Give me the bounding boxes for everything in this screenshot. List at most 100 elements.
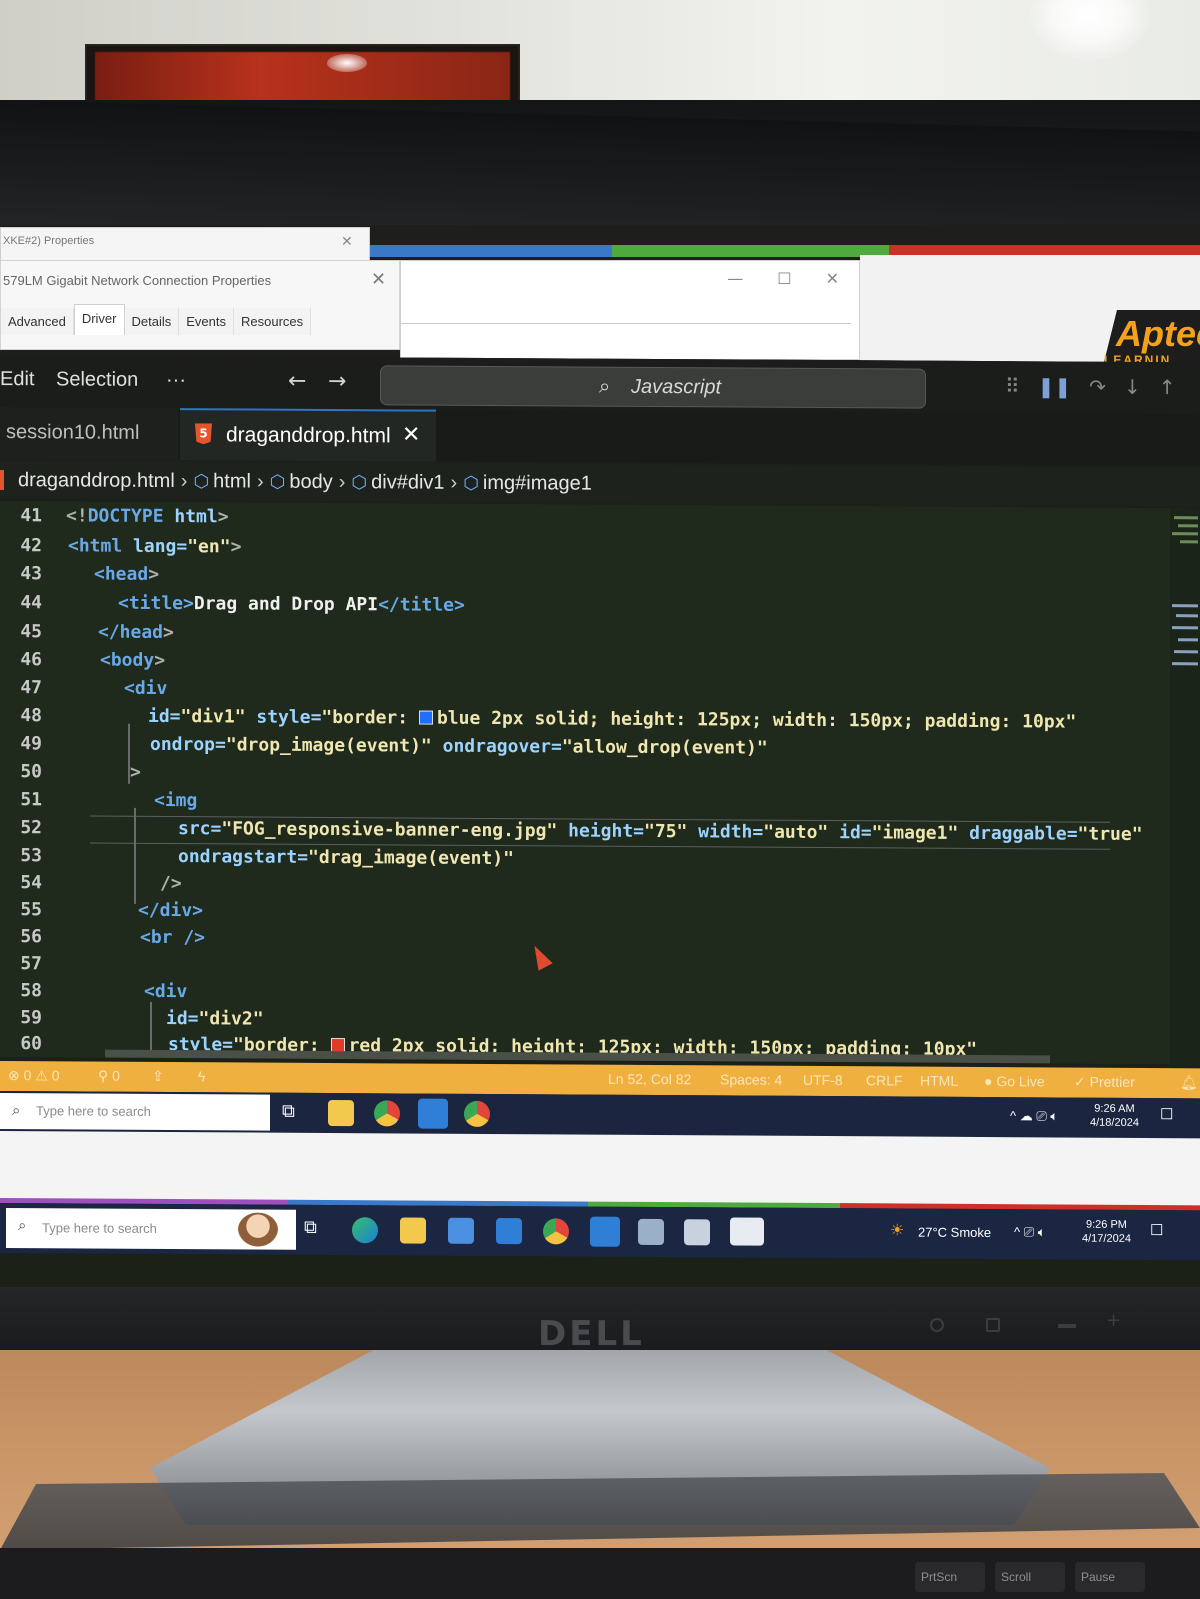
maximize-icon[interactable]: ☐	[777, 269, 791, 288]
line-ending[interactable]: CRLF	[866, 1072, 903, 1088]
minimap-line	[1178, 524, 1198, 528]
close-icon[interactable]: ✕	[402, 422, 420, 447]
monitor-plus-button[interactable]: +	[1106, 1310, 1121, 1331]
taskbar-search[interactable]: ⌕ Type here to search	[0, 1093, 270, 1131]
step-over-icon[interactable]: ↷	[1089, 375, 1106, 399]
minimap-line	[1178, 638, 1198, 642]
broadcast-icon: ⚲	[98, 1067, 113, 1084]
line-number: 46	[20, 649, 42, 671]
arrow-right-icon[interactable]: →	[328, 369, 346, 394]
close-icon[interactable]: ✕	[341, 234, 353, 250]
code-line: <img	[154, 789, 198, 812]
taskbar-search[interactable]: ⌕ Type here to search	[6, 1208, 296, 1250]
line-number: 44	[20, 592, 42, 614]
task-view-icon[interactable]: ⧉	[304, 1217, 330, 1243]
file-explorer-icon[interactable]	[328, 1100, 354, 1127]
line-number: 57	[20, 953, 42, 975]
tab-session10[interactable]: session10.html	[0, 407, 178, 461]
key-scroll[interactable]: Scroll	[995, 1562, 1065, 1592]
arrow-left-icon[interactable]: ←	[288, 369, 306, 394]
command-center-search[interactable]: ⌕ Javascript	[380, 365, 926, 409]
chrome-icon[interactable]	[543, 1218, 569, 1245]
menu-selection[interactable]: Selection	[56, 368, 138, 392]
weather-text[interactable]: 27°C Smoke	[918, 1225, 991, 1240]
radio-tower-icon: ●	[984, 1073, 997, 1090]
vscode-icon[interactable]	[418, 1098, 448, 1129]
weather-icon[interactable]: ☀︎	[890, 1222, 904, 1239]
code-line: id="div1" style="border: blue 2px solid;…	[148, 705, 1077, 733]
breadcrumb-file[interactable]: draganddrop.html	[18, 469, 175, 493]
tab-events[interactable]: Events	[179, 308, 234, 335]
go-live-button[interactable]: ● Go Live	[984, 1073, 1045, 1089]
breadcrumb-body[interactable]: body	[289, 470, 332, 493]
line-number: 51	[20, 789, 42, 811]
color-swatch-red[interactable]	[330, 1038, 345, 1053]
mail-icon[interactable]	[496, 1218, 522, 1245]
line-number: 55	[20, 899, 42, 921]
line-number: 47	[20, 677, 42, 699]
network-properties-dialog[interactable]: 579LM Gigabit Network Connection Propert…	[0, 260, 400, 350]
file-explorer-icon[interactable]	[400, 1217, 426, 1244]
tab-driver[interactable]: Driver	[73, 304, 125, 335]
color-swatch-blue[interactable]	[418, 710, 433, 725]
prettier-status[interactable]: ✓ Prettier	[1074, 1074, 1135, 1091]
minimap-line	[1172, 604, 1198, 608]
tray-icons[interactable]: ^ ⎚ 🔈︎	[1014, 1224, 1046, 1239]
breadcrumb-html[interactable]: html	[213, 470, 251, 493]
store-icon[interactable]	[448, 1217, 474, 1244]
indentation[interactable]: Spaces: 4	[720, 1071, 782, 1087]
pause-icon[interactable]: ❚❚	[1038, 374, 1072, 398]
tab-draganddrop[interactable]: 5 draganddrop.html ✕	[180, 408, 436, 462]
chevron-right-icon: ›	[338, 470, 346, 493]
close-icon[interactable]: ✕	[826, 269, 839, 288]
encoding[interactable]: UTF-8	[803, 1072, 843, 1088]
ports-indicator[interactable]: ⚲ 0	[98, 1068, 120, 1085]
tray-icons[interactable]: ^ ☁ ⎚ 🔈︎	[1010, 1108, 1058, 1123]
menu-edit[interactable]: Edit	[0, 368, 34, 391]
language-mode[interactable]: HTML	[920, 1073, 958, 1089]
monitor-button[interactable]	[986, 1318, 1000, 1332]
problems-indicator[interactable]: ⊗ 0 ⚠ 0	[8, 1067, 60, 1084]
chrome-icon[interactable]	[464, 1100, 490, 1127]
chrome-icon[interactable]	[374, 1100, 400, 1127]
blank-window[interactable]: — ☐ ✕	[400, 260, 860, 360]
minimize-icon[interactable]: —	[727, 269, 743, 288]
code-editor[interactable]: 41 42 43 44 45 46 47 48 49 50 51 52 53 5…	[0, 501, 1200, 1065]
bolt-icon[interactable]: ϟ	[198, 1068, 205, 1084]
breadcrumb-image1[interactable]: img#image1	[483, 471, 592, 495]
tab-advanced[interactable]: Advanced	[1, 308, 74, 335]
edge-icon[interactable]	[352, 1217, 378, 1244]
monitor-button[interactable]	[930, 1318, 944, 1332]
share-icon[interactable]: ⇪	[152, 1068, 164, 1085]
search-icon: ⌕	[18, 1216, 27, 1235]
line-number: 58	[20, 980, 42, 1002]
editor-tabs: session10.html 5 draganddrop.html ✕	[0, 407, 1200, 467]
notification-center-icon[interactable]: ☐	[1160, 1106, 1173, 1123]
drag-handle-icon[interactable]: ⠿	[1005, 374, 1020, 398]
breadcrumb-div1[interactable]: div#div1	[371, 471, 444, 494]
network-app-icon[interactable]	[638, 1218, 664, 1246]
step-into-icon[interactable]: ↓	[1124, 375, 1141, 399]
step-out-icon[interactable]: ↑	[1159, 375, 1176, 399]
monitor-button[interactable]	[1058, 1324, 1076, 1328]
tab-resources[interactable]: Resources	[234, 308, 312, 335]
close-icon[interactable]: ✕	[371, 269, 386, 290]
vscode-icon[interactable]	[590, 1216, 620, 1247]
menu-more[interactable]: ···	[166, 369, 186, 392]
cursor-position[interactable]: Ln 52, Col 82	[608, 1071, 691, 1088]
dialog-title: 579LM Gigabit Network Connection Propert…	[3, 273, 272, 288]
key-prtscn[interactable]: PrtScn	[915, 1562, 985, 1592]
line-number: 42	[20, 535, 42, 557]
html5-file-icon	[0, 470, 4, 491]
notifications-icon[interactable]: 🔔︎	[1180, 1074, 1198, 1091]
remote-desktop-icon[interactable]	[684, 1219, 710, 1246]
key-pause[interactable]: Pause	[1075, 1562, 1145, 1592]
line-number: 49	[20, 733, 42, 755]
clock[interactable]: 9:26 PM 4/17/2024	[1082, 1218, 1131, 1246]
notification-center-icon[interactable]: ☐	[1150, 1222, 1163, 1239]
active-window-icon[interactable]	[730, 1217, 764, 1246]
clock[interactable]: 9:26 AM 4/18/2024	[1090, 1102, 1139, 1130]
task-view-icon[interactable]: ⧉	[282, 1101, 308, 1127]
tab-details[interactable]: Details	[124, 308, 180, 335]
minimap[interactable]	[1170, 508, 1200, 1065]
